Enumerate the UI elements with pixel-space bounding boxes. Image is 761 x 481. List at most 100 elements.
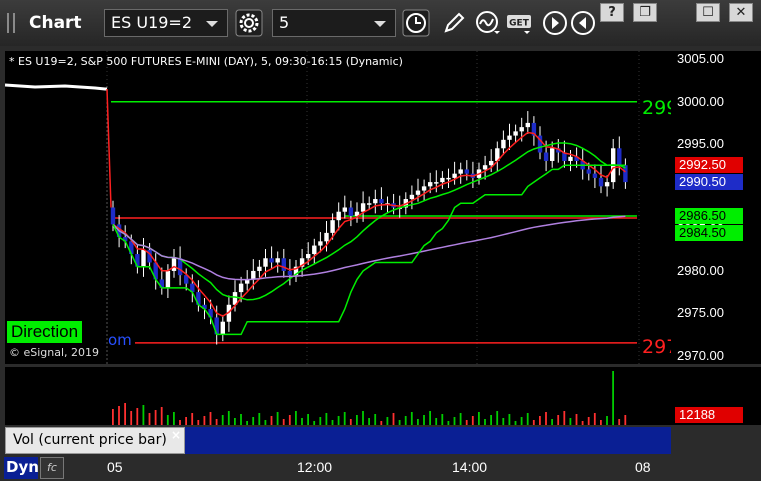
volume-axis: 12188 (671, 367, 761, 425)
time-axis[interactable]: Dyn fc 05 12:00 14:00 08 (0, 455, 761, 481)
volume-bar (374, 414, 377, 425)
candle-body (306, 254, 311, 259)
price-badge: 2984.50 (675, 224, 743, 241)
volume-bar (343, 412, 346, 425)
price-tick-label: 2975.00 (677, 305, 724, 321)
maximize-button[interactable]: ☐ (696, 3, 720, 22)
volume-bar (197, 420, 200, 425)
time-tick-label: 14:00 (452, 459, 488, 475)
direction-label: Direction (7, 321, 83, 343)
forward-play-icon[interactable] (541, 9, 569, 37)
volume-badge: 12188 (675, 407, 743, 423)
candle-body (592, 173, 598, 178)
candle-body (312, 245, 317, 255)
volume-bar (392, 413, 395, 425)
candle-body (543, 152, 549, 161)
candle-body (318, 241, 323, 246)
candle-body (342, 207, 347, 212)
volume-bar (295, 411, 297, 425)
gap-line (106, 88, 112, 208)
candle-body (409, 194, 415, 200)
candle-body (428, 182, 433, 187)
price-tick-label: 2995.00 (677, 136, 724, 152)
volume-bar (587, 417, 590, 425)
volume-bar (203, 416, 206, 425)
volume-bar (185, 417, 187, 425)
back-rewind-icon[interactable] (569, 9, 597, 37)
volume-bar (502, 418, 505, 425)
time-clock-icon[interactable] (402, 9, 430, 37)
volume-bar (539, 416, 541, 425)
get-data-icon[interactable]: GET (506, 9, 534, 37)
candle-body (238, 283, 244, 293)
dyn-button[interactable]: Dyn (4, 457, 39, 479)
volume-bar (435, 418, 438, 425)
candle-body (519, 127, 524, 132)
volume-bar (160, 407, 163, 425)
settings-gear-icon[interactable] (235, 9, 263, 37)
volume-bar (618, 419, 621, 425)
candle-body (257, 266, 262, 271)
volume-bar (453, 417, 456, 425)
volume-bar (362, 411, 364, 425)
price-badge: 2986.50 (675, 207, 743, 224)
help-button[interactable]: ? (600, 3, 624, 22)
candle-body (110, 207, 116, 225)
candle-body (489, 160, 494, 166)
price-badge: 2990.50 (675, 174, 743, 191)
volume-bar (563, 411, 566, 425)
window-title: Chart (29, 13, 82, 33)
price-tick-label: 2970.00 (677, 347, 724, 363)
close-icon[interactable]: × (171, 428, 181, 442)
candle-body (458, 169, 463, 174)
candle-body (287, 270, 293, 276)
price-axis[interactable]: 3005.003000.002995.002990.002985.002980.… (671, 51, 761, 364)
volume-bar (313, 421, 316, 425)
volume-bar (612, 371, 614, 425)
volume-bar (246, 421, 248, 425)
drag-grip-icon[interactable] (5, 13, 19, 33)
candle-body (604, 182, 610, 187)
volume-bar (429, 411, 431, 425)
volume-legend-strip: Vol (current price bar) × (5, 427, 671, 454)
ma-green-line (112, 142, 626, 301)
candle-body (330, 220, 335, 233)
candle-body (464, 169, 469, 174)
volume-bar (240, 414, 242, 425)
volume-bar (234, 418, 236, 425)
volume-bar (624, 415, 627, 425)
volume-bar (136, 408, 139, 425)
close-button[interactable]: ✕ (729, 3, 753, 22)
studies-wave-icon[interactable] (474, 9, 502, 37)
time-tick-label: 08 (635, 459, 651, 475)
interval-combo[interactable]: 5 (272, 9, 396, 37)
price-chart[interactable] (5, 51, 671, 364)
fc-icon[interactable]: fc (40, 457, 64, 479)
volume-bar (270, 416, 273, 425)
volume-bar (441, 414, 444, 425)
candle-body (501, 139, 506, 149)
volume-pane[interactable] (5, 367, 671, 425)
volume-bar (386, 417, 389, 425)
volume-bar (331, 420, 334, 425)
volume-bar (398, 420, 401, 425)
candle-body (379, 199, 384, 204)
volume-bar (496, 411, 499, 425)
volume-bar (471, 416, 474, 425)
volume-bar (112, 409, 114, 425)
volume-chart (112, 371, 627, 425)
symbol-combo[interactable]: ES U19=2 (104, 9, 228, 37)
candle-body (373, 199, 378, 204)
restore-button[interactable]: ❐ (633, 3, 657, 22)
draw-pencil-icon[interactable] (440, 9, 468, 37)
candle-body (251, 270, 256, 280)
volume-bar (459, 413, 462, 425)
price-pane[interactable]: * ES U19=2, S&P 500 FUTURES E-MINI (DAY)… (5, 51, 678, 364)
price-badge: 2992.50 (675, 157, 743, 174)
volume-bar (478, 412, 480, 425)
volume-bar (118, 406, 120, 425)
volume-study-label[interactable]: Vol (current price bar) (5, 427, 185, 454)
price-tick-label: 3000.00 (677, 93, 724, 109)
volume-bar (526, 413, 529, 425)
volume-bar (276, 412, 279, 425)
